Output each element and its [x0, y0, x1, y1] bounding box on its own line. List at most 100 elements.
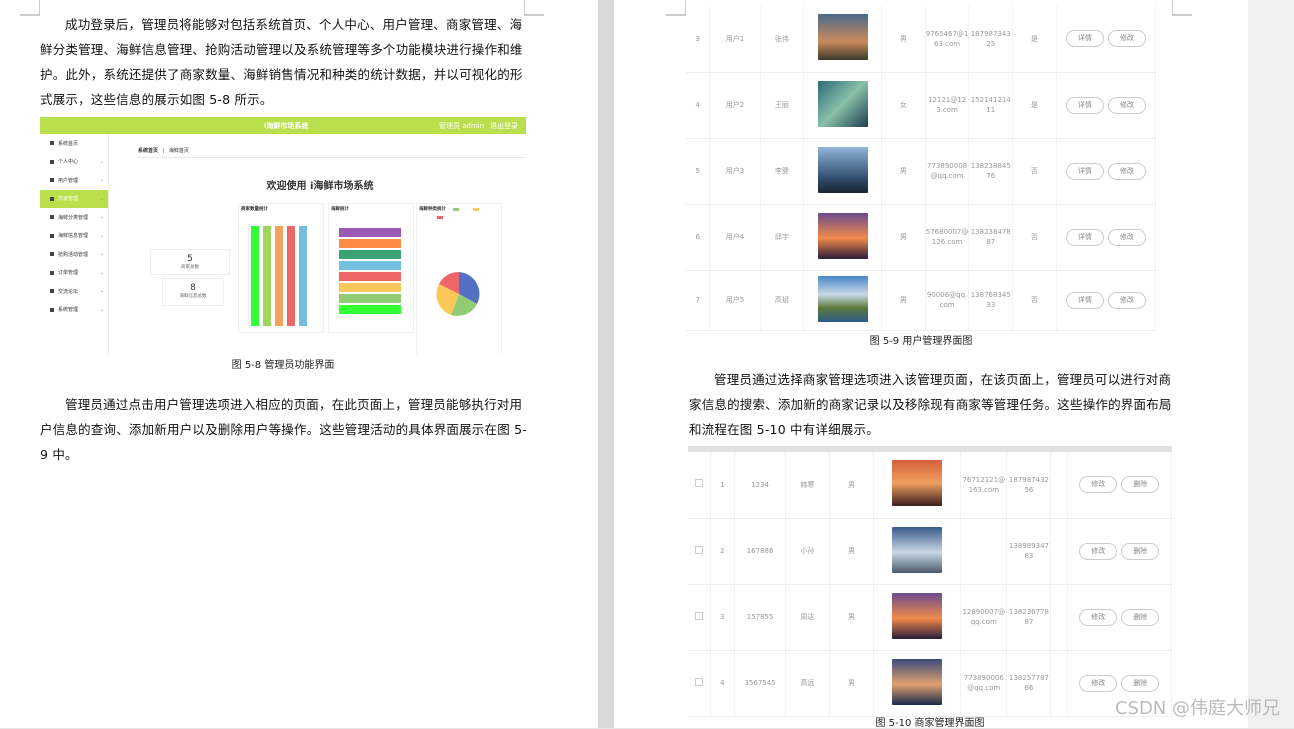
menu-icon [50, 215, 54, 220]
chevron-down-icon: ⌄ [99, 214, 104, 221]
edit-button[interactable]: 修改 [1107, 162, 1146, 180]
name-cell: 邱宇 [760, 204, 805, 271]
photo-cell [873, 518, 962, 585]
edit-button[interactable]: 修改 [1107, 228, 1146, 246]
paragraph-1: 成功登录后，管理员将能够对包括系统首页、个人中心、用户管理、商家管理、海鲜分类管… [40, 17, 523, 107]
gender-cell: 女 [881, 72, 926, 139]
side-menu-item[interactable]: 交流论坛 ⌄ [40, 282, 108, 301]
row-checkbox[interactable] [694, 677, 703, 686]
chevron-down-icon: ⌄ [99, 306, 104, 313]
spacer-cell [1050, 518, 1068, 585]
detail-button[interactable]: 详情 [1065, 228, 1104, 246]
delete-button[interactable]: 删除 [1121, 542, 1160, 560]
chevron-down-icon: ⌄ [99, 195, 104, 202]
delete-button[interactable]: 删除 [1121, 674, 1160, 692]
row-checkbox[interactable] [694, 545, 703, 554]
checkbox-cell [688, 452, 711, 519]
panel-title: 商家数量统计 [241, 207, 268, 212]
side-menu-item[interactable]: 抢购活动管理 ⌄ [40, 245, 108, 264]
corner-mark-icon [1172, 0, 1192, 16]
detail-button[interactable]: 详情 [1065, 30, 1104, 48]
admin-label: 管理员 admin [439, 122, 485, 130]
bar [275, 226, 283, 326]
name-cell: 韩寒 [785, 452, 830, 519]
photo-cell [803, 6, 883, 73]
edit-button[interactable]: 修改 [1107, 96, 1146, 114]
table-row: 4 用户2 王丽 女 12121@123.com 15214121411 是详情 修改 [686, 72, 1157, 139]
table-row: 6 用户4 邱宇 男 57680007@126.com 13823847887 否详情 修改 [686, 204, 1157, 271]
bar [287, 226, 295, 326]
detail-button[interactable]: 详情 [1065, 96, 1104, 114]
name-cell: 高远 [785, 650, 830, 717]
menu-icon [50, 307, 54, 312]
menu-icon [50, 233, 54, 238]
checkbox-cell [688, 518, 711, 585]
edit-button[interactable]: 修改 [1079, 674, 1118, 692]
edit-button[interactable]: 修改 [1079, 542, 1118, 560]
spacer-cell [1050, 584, 1068, 651]
gender-cell: 男 [829, 518, 875, 585]
merchant-table: 1 1234 韩寒男 76712121@163.com 18798743256 修改 删除 2… [688, 452, 1173, 717]
name-cell: 高斌 [760, 270, 805, 331]
table-row: 3 用户1 张伟 男 9765467@163.com 18798734325 是详情 修改 [686, 6, 1157, 73]
photo-cell [803, 72, 883, 139]
delete-button[interactable]: 删除 [1121, 608, 1160, 626]
row-index: 3 [710, 584, 736, 651]
breadcrumb-home[interactable]: 系统首页 [138, 148, 158, 154]
merchant-photo [892, 658, 943, 705]
detail-button[interactable]: 详情 [1065, 162, 1104, 180]
divider [138, 157, 526, 158]
menu-icon [50, 141, 54, 146]
phone-cell: 15214121411 [968, 72, 1014, 139]
gender-cell: 男 [829, 584, 875, 651]
side-menu-item[interactable]: 商家管理 ⌄ [40, 189, 108, 208]
side-menu-item[interactable]: 系统首页 [40, 134, 108, 153]
row-index: 4 [710, 650, 736, 717]
row-index: 4 [686, 72, 711, 139]
menu-icon [50, 270, 54, 275]
account-cell: 用户4 [709, 204, 761, 271]
table-row: 4 3567545 高远男 773890006@qq.com 13825778766 修改… [688, 650, 1173, 717]
row-checkbox[interactable] [694, 479, 703, 488]
admin-screenshot: i海鲜市场系统 管理员 admin 退出登录 系统首页 个人中心 ⌄ 用户管理 ⌄ 商家管… [40, 117, 526, 354]
side-menu-item[interactable]: 个人中心 ⌄ [40, 153, 108, 172]
stat-label: 海鲜信息总数 [179, 294, 207, 299]
avatar [817, 146, 868, 193]
name-cell: 小孙 [785, 518, 830, 585]
account-cell: 3567545 [734, 650, 786, 717]
gender-cell: 男 [829, 452, 875, 519]
edit-button[interactable]: 修改 [1079, 476, 1118, 494]
gender-cell: 男 [829, 650, 875, 717]
phone-cell: 13823884576 [968, 138, 1014, 205]
name-cell: 张伟 [760, 6, 805, 73]
menu-icon [50, 289, 54, 294]
side-menu-item[interactable]: 系统管理 ⌄ [40, 301, 108, 320]
figure-caption: 图 5-9 用户管理界面图 [869, 336, 973, 347]
edit-button[interactable]: 修改 [1107, 291, 1146, 309]
actions-cell: 详情 修改 [1056, 72, 1157, 139]
side-menu-item[interactable]: 海鲜分类管理 ⌄ [40, 208, 108, 227]
account-cell: 1234 [734, 452, 786, 519]
scroll-gutter[interactable] [1248, 0, 1294, 728]
side-menu-item[interactable]: 海鲜信息管理 ⌄ [40, 227, 108, 246]
user-table: 3 用户1 张伟男 9765467@163.com 18798734325 是详情 修改 4 用… [686, 6, 1157, 331]
table-row: 1 1234 韩寒男 76712121@163.com 18798743256 修改 删除 [688, 452, 1173, 519]
stat-value: 5 [187, 254, 193, 264]
app-topbar: i海鲜市场系统 管理员 admin 退出登录 [40, 117, 526, 134]
edit-button[interactable]: 修改 [1079, 608, 1118, 626]
row-checkbox[interactable] [694, 611, 703, 620]
photo-cell [803, 138, 883, 205]
logout-link[interactable]: 退出登录 [490, 121, 518, 131]
delete-button[interactable]: 删除 [1121, 476, 1160, 494]
avatar [817, 275, 868, 322]
edit-button[interactable]: 修改 [1107, 30, 1146, 48]
vip-cell: 是 [1012, 72, 1057, 139]
panel-title: 海鲜种类统计 [419, 207, 446, 212]
chevron-down-icon: ⌄ [99, 232, 104, 239]
detail-button[interactable]: 详情 [1065, 291, 1104, 309]
side-menu-label: 个人中心 [58, 159, 79, 166]
document-page-right: 3 用户1 张伟男 9765467@163.com 18798734325 是详情 修改 4 用… [614, 0, 1248, 729]
side-menu-item[interactable]: 订单管理 ⌄ [40, 264, 108, 283]
merchant-bar-chart [248, 224, 307, 326]
side-menu-item[interactable]: 用户管理 ⌄ [40, 171, 108, 190]
